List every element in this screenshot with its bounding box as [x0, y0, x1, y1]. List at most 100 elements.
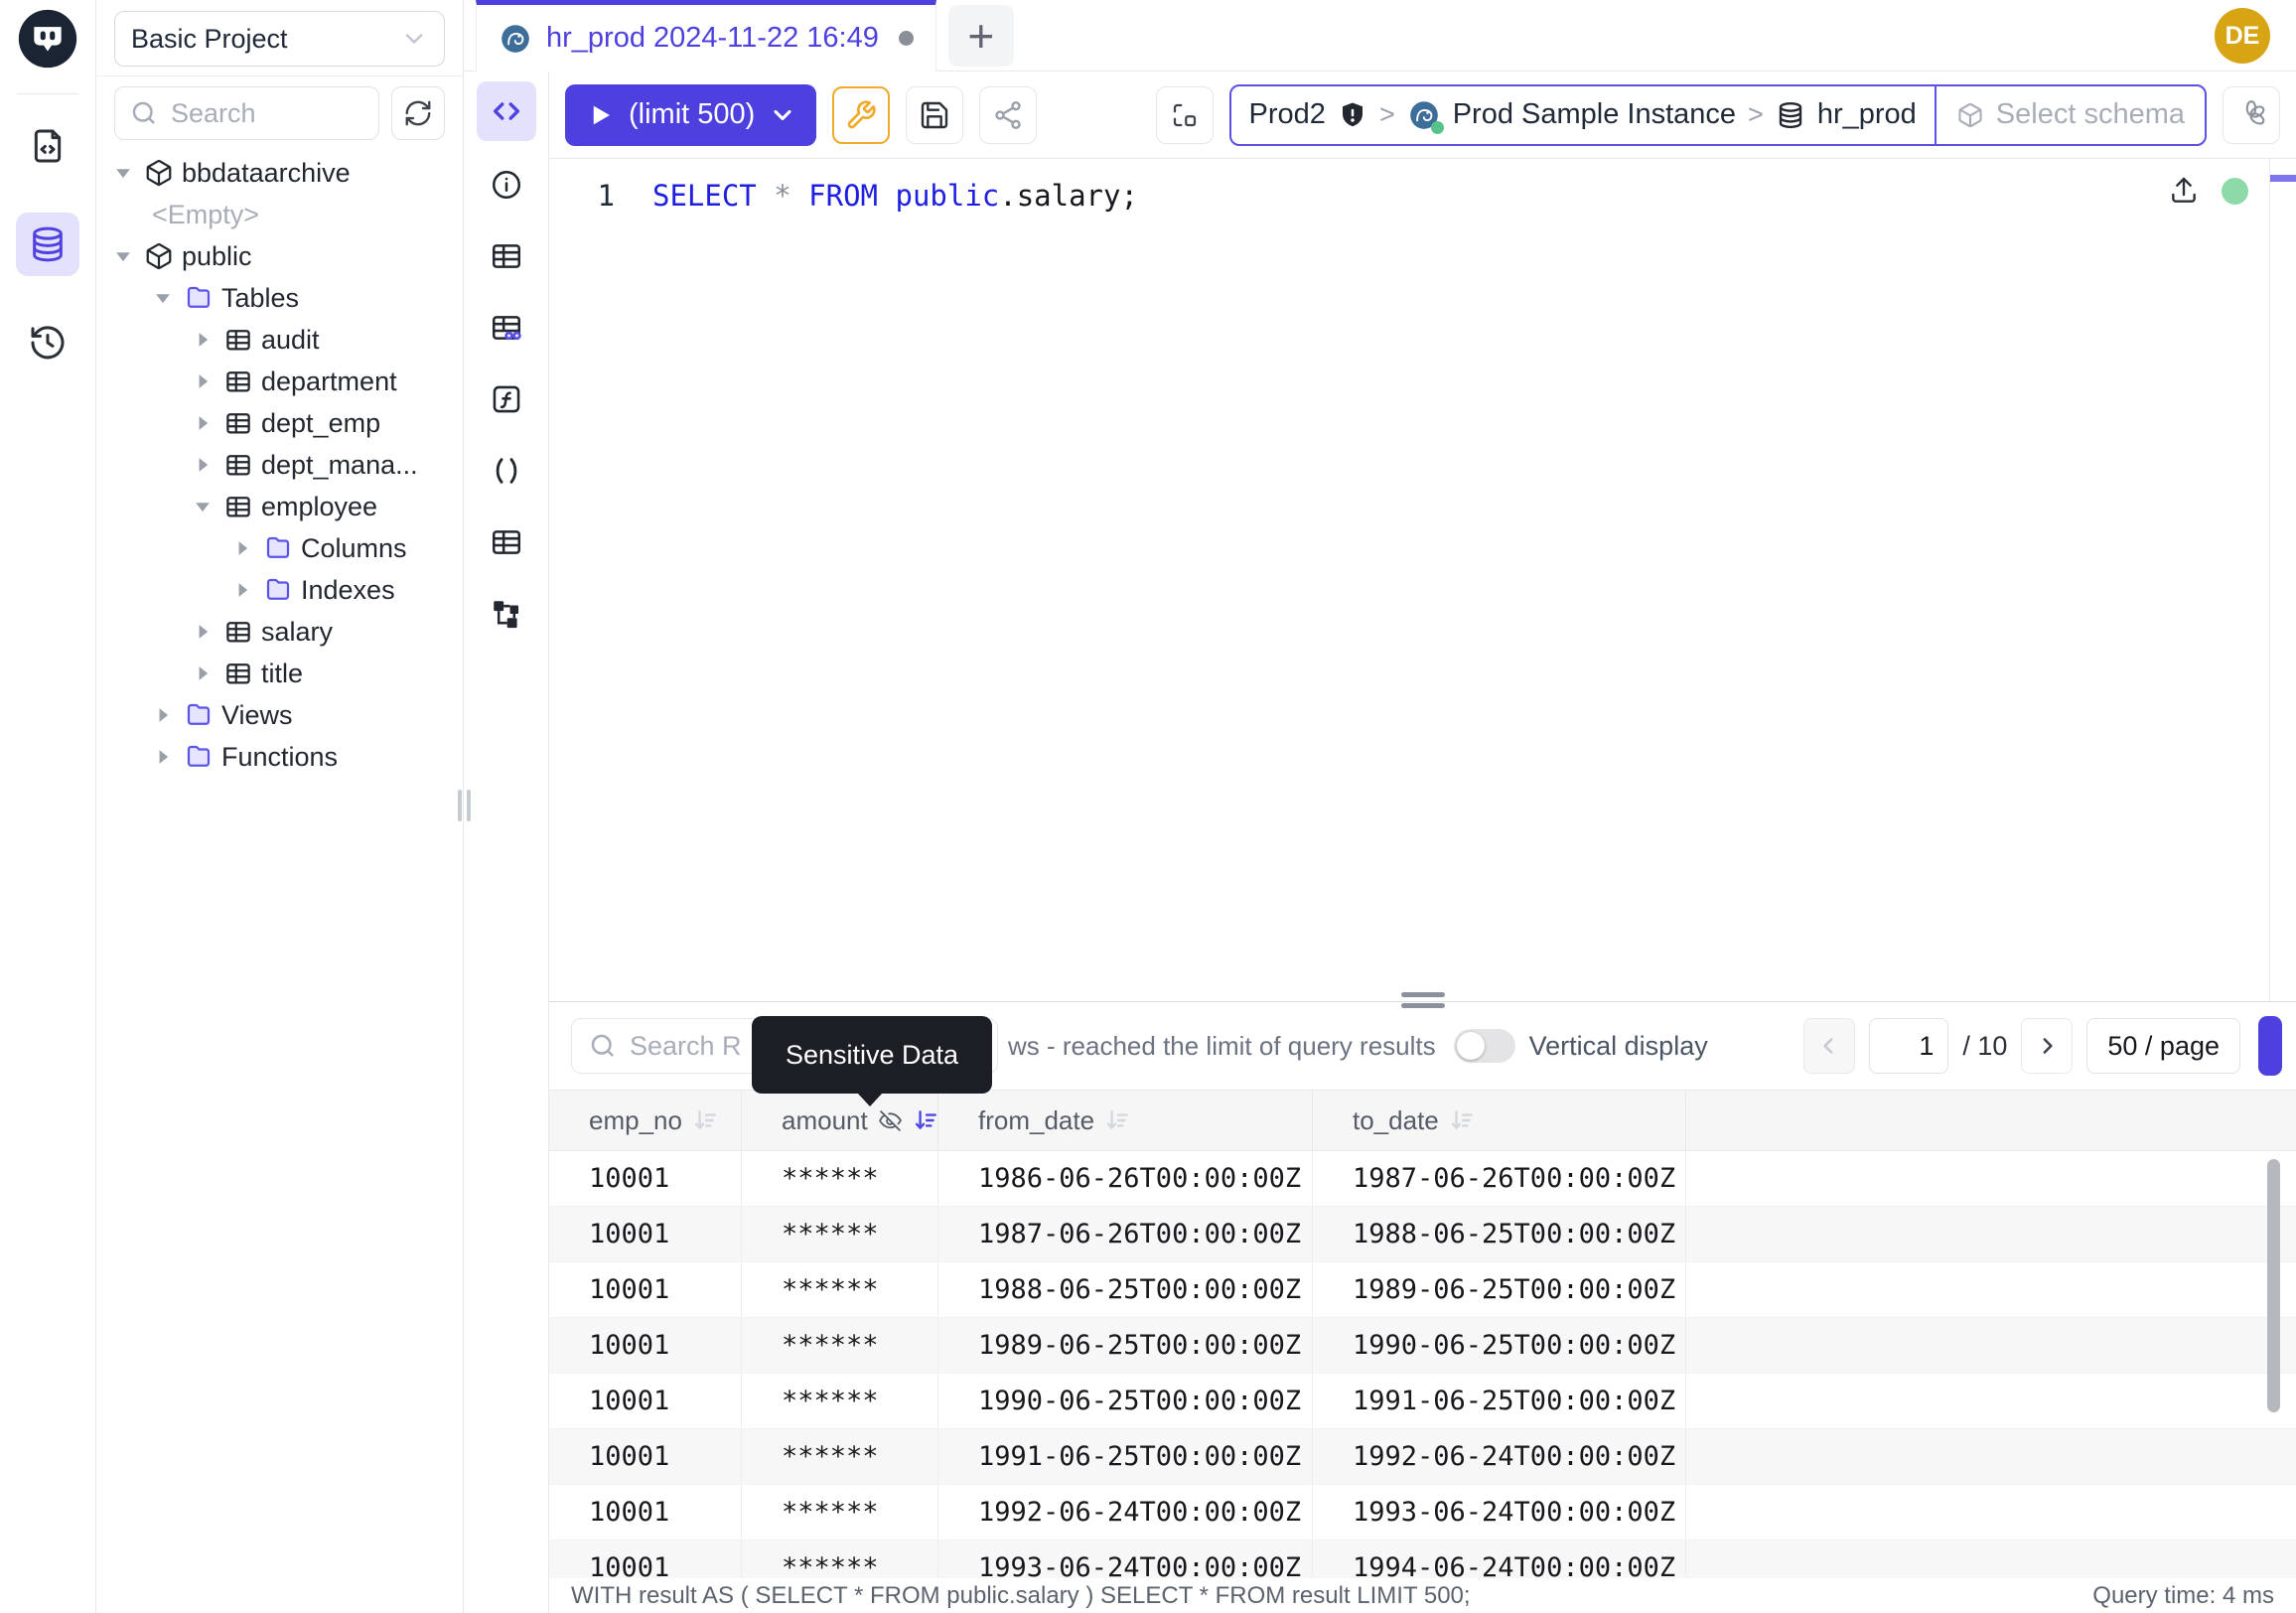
batch-query-button[interactable] [1156, 86, 1214, 144]
tab-hr-prod[interactable]: hr_prod 2024-11-22 16:49 [476, 0, 936, 72]
table-icon [223, 408, 253, 438]
page-number-input[interactable]: 1 [1869, 1018, 1948, 1074]
caret-down-icon[interactable] [150, 285, 176, 311]
tree-item-dept-emp[interactable]: dept_emp [96, 402, 463, 444]
tree-item-title[interactable]: title [96, 653, 463, 694]
editor-overview-ruler[interactable] [2269, 159, 2296, 1001]
rail-databases-button[interactable] [16, 213, 79, 276]
results-panel: Search R ws - reached the limit of query… [549, 1001, 2296, 1577]
tree-item-tables[interactable]: Tables [96, 277, 463, 319]
tree-label: public [182, 241, 252, 272]
table-row[interactable]: 10001******1986-06-26T00:00:00Z1987-06-2… [549, 1151, 2296, 1207]
tree-item-audit[interactable]: audit [96, 319, 463, 361]
sort-icon[interactable] [913, 1107, 938, 1133]
caret-right-icon[interactable] [150, 744, 176, 770]
rail-worksheets-button[interactable] [16, 114, 79, 178]
tree-item-indexes[interactable]: Indexes [96, 569, 463, 611]
sidebar-search-placeholder: Search [171, 98, 256, 129]
format-sql-button[interactable] [832, 86, 890, 144]
caret-right-icon[interactable] [229, 535, 255, 561]
tree-item-views[interactable]: Views [96, 694, 463, 736]
user-avatar[interactable]: DE [2215, 8, 2270, 64]
connection-context[interactable]: Prod2 > Prod Sample Instance > hr_prod [1231, 86, 1935, 144]
sensitive-data-icon[interactable] [489, 310, 524, 346]
tree-label: title [261, 659, 303, 689]
share-sheet-button[interactable] [979, 86, 1037, 144]
tree-item-public[interactable]: public [96, 235, 463, 277]
prev-page-button[interactable] [1803, 1018, 1855, 1074]
caret-down-icon[interactable] [110, 243, 136, 269]
sort-icon[interactable] [1104, 1107, 1130, 1133]
sort-icon[interactable] [1449, 1107, 1475, 1133]
upload-icon[interactable] [2168, 175, 2200, 207]
external-tables-icon[interactable] [489, 524, 524, 560]
procedures-icon[interactable] [489, 453, 524, 489]
table-row[interactable]: 10001******1987-06-26T00:00:00Z1988-06-2… [549, 1207, 2296, 1262]
table-cell: 1987-06-26T00:00:00Z [1313, 1151, 1686, 1206]
caret-right-icon[interactable] [190, 410, 215, 436]
caret-right-icon[interactable] [229, 577, 255, 603]
caret-right-icon[interactable] [190, 619, 215, 645]
run-query-button[interactable]: (limit 500) [565, 84, 816, 146]
column-header-amount[interactable]: amount [742, 1091, 938, 1150]
sidebar-resize-handle[interactable] [458, 790, 471, 821]
caret-right-icon[interactable] [190, 368, 215, 394]
table-row[interactable]: 10001******1993-06-24T00:00:00Z1994-06-2… [549, 1540, 2296, 1578]
results-resize-handle[interactable] [1401, 992, 1445, 1008]
schema-selector[interactable]: Select schema [1937, 86, 2205, 144]
functions-icon[interactable] [489, 381, 524, 417]
refresh-schema-button[interactable] [391, 86, 445, 140]
sensitive-data-tooltip: Sensitive Data [752, 1016, 992, 1094]
tree-item-empty[interactable]: <Empty> [96, 194, 463, 235]
page-size-select[interactable]: 50 / page [2086, 1018, 2240, 1074]
table-row[interactable]: 10001******1989-06-25T00:00:00Z1990-06-2… [549, 1318, 2296, 1374]
run-options-chevron-icon[interactable] [769, 101, 796, 129]
sort-icon[interactable] [692, 1107, 718, 1133]
caret-down-icon[interactable] [110, 160, 136, 186]
save-sheet-button[interactable] [906, 86, 963, 144]
ai-assistant-button[interactable] [2223, 86, 2280, 144]
column-header-to_date[interactable]: to_date [1313, 1091, 1686, 1150]
code-brackets-icon [490, 94, 523, 128]
tree-item-department[interactable]: department [96, 361, 463, 402]
table-icon [223, 367, 253, 396]
schema-diagram-icon[interactable] [489, 596, 524, 632]
table-body: 10001******1986-06-26T00:00:00Z1987-06-2… [549, 1151, 2296, 1578]
table-row[interactable]: 10001******1990-06-25T00:00:00Z1991-06-2… [549, 1374, 2296, 1429]
tree-item-bbdataarchive[interactable]: bbdataarchive [96, 152, 463, 194]
caret-right-icon[interactable] [190, 327, 215, 353]
vertical-display-toggle[interactable] [1454, 1029, 1515, 1063]
results-table: emp_noamountfrom_dateto_date 10001******… [549, 1090, 2296, 1577]
info-icon[interactable] [489, 167, 524, 203]
toggle-code-panel-button[interactable] [477, 81, 536, 141]
table-row[interactable]: 10001******1988-06-25T00:00:00Z1989-06-2… [549, 1262, 2296, 1318]
rail-history-button[interactable] [16, 311, 79, 374]
run-limit-label: (limit 500) [629, 98, 755, 131]
tree-item-columns[interactable]: Columns [96, 527, 463, 569]
caret-down-icon[interactable] [190, 494, 215, 519]
query-time: Query time: 4 ms [2092, 1582, 2274, 1610]
caret-right-icon[interactable] [190, 452, 215, 478]
rail-divider [17, 93, 78, 94]
tables-icon[interactable] [489, 238, 524, 274]
table-row[interactable]: 10001******1991-06-25T00:00:00Z1992-06-2… [549, 1429, 2296, 1485]
export-button[interactable] [2258, 1016, 2282, 1076]
tree-item-salary[interactable]: salary [96, 611, 463, 653]
table-scrollbar[interactable] [2267, 1159, 2280, 1412]
sidebar-search-input[interactable]: Search [114, 86, 379, 140]
column-header-from_date[interactable]: from_date [938, 1091, 1313, 1150]
new-tab-button[interactable]: + [948, 5, 1014, 67]
project-selector[interactable]: Basic Project [114, 11, 445, 67]
sql-editor[interactable]: 1 SELECT * FROM public.salary; [549, 159, 2296, 1001]
caret-right-icon[interactable] [150, 702, 176, 728]
next-page-button[interactable] [2021, 1018, 2073, 1074]
editor-toolbar: (limit 500) [549, 72, 2296, 159]
column-header-emp_no[interactable]: emp_no [549, 1091, 742, 1150]
tree-item-functions[interactable]: Functions [96, 736, 463, 778]
table-row[interactable]: 10001******1992-06-24T00:00:00Z1993-06-2… [549, 1485, 2296, 1540]
tree-item-dept-mana[interactable]: dept_mana... [96, 444, 463, 486]
table-cell: 1992-06-24T00:00:00Z [938, 1485, 1313, 1540]
caret-right-icon[interactable] [190, 660, 215, 686]
tree-item-employee[interactable]: employee [96, 486, 463, 527]
tree-label: bbdataarchive [182, 158, 351, 189]
